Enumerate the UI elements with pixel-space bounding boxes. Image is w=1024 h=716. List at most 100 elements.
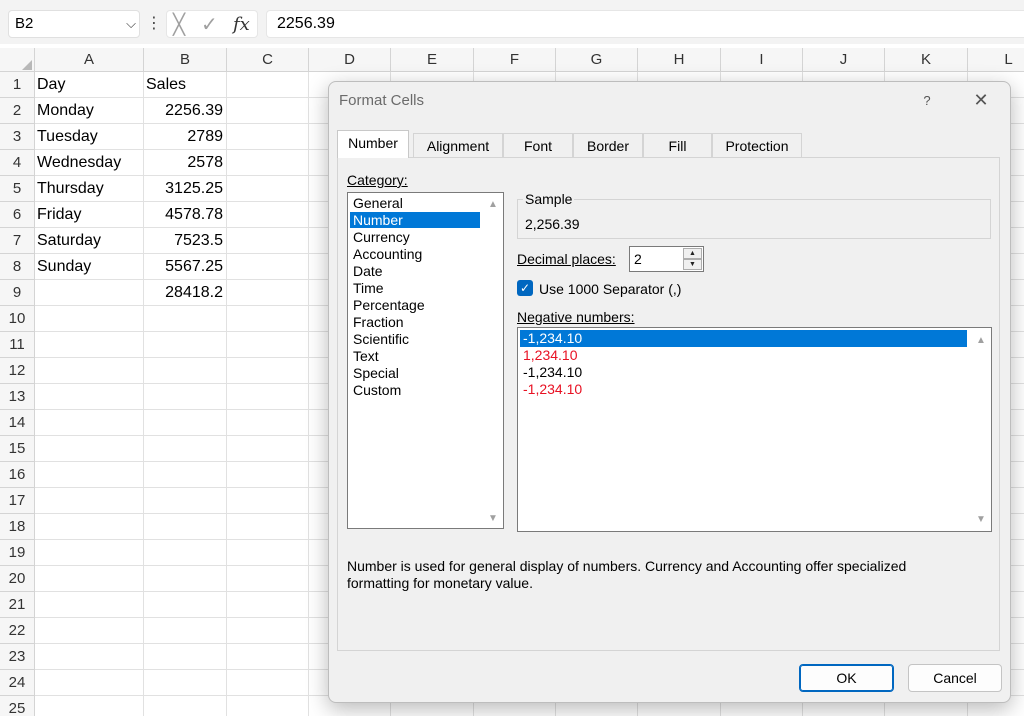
ok-button[interactable]: OK (799, 664, 894, 692)
row-header-15[interactable]: 15 (0, 436, 35, 462)
category-item[interactable]: Accounting (350, 246, 480, 262)
negative-format-item[interactable]: 1,234.10 (520, 347, 967, 364)
cell-a6[interactable]: Friday (35, 202, 144, 228)
scroll-down-icon[interactable]: ▼ (973, 514, 989, 525)
cell-a1[interactable]: Day (35, 72, 144, 98)
row-header-8[interactable]: 8 (0, 254, 35, 280)
row-header-24[interactable]: 24 (0, 670, 35, 696)
row-header-14[interactable]: 14 (0, 410, 35, 436)
cell-b9[interactable]: 28418.2 (144, 280, 227, 306)
sample-label: Sample (523, 191, 575, 207)
row-header-21[interactable]: 21 (0, 592, 35, 618)
tab-number[interactable]: Number (337, 130, 409, 158)
category-item[interactable]: Time (350, 280, 480, 296)
cell-a4[interactable]: Wednesday (35, 150, 144, 176)
cell-a8[interactable]: Sunday (35, 254, 144, 280)
more-options-icon[interactable]: ⋮ (146, 10, 162, 38)
row-header-7[interactable]: 7 (0, 228, 35, 254)
row-header-1[interactable]: 1 (0, 72, 35, 98)
cell-b4[interactable]: 2578 (144, 150, 227, 176)
tab-fill[interactable]: Fill (643, 133, 712, 157)
cancel-entry-icon[interactable]: ╳ (173, 11, 185, 39)
tab-protection[interactable]: Protection (712, 133, 802, 157)
negative-format-item-selected[interactable]: -1,234.10 (520, 330, 967, 347)
column-header-h[interactable]: H (638, 48, 721, 72)
column-header-i[interactable]: I (721, 48, 803, 72)
cell-b5[interactable]: 3125.25 (144, 176, 227, 202)
scroll-up-icon[interactable]: ▲ (485, 199, 501, 210)
row-header-20[interactable]: 20 (0, 566, 35, 592)
cell-b3[interactable]: 2789 (144, 124, 227, 150)
column-header-l[interactable]: L (968, 48, 1024, 72)
tab-font[interactable]: Font (503, 133, 573, 157)
category-item[interactable]: Percentage (350, 297, 480, 313)
cell-b8[interactable]: 5567.25 (144, 254, 227, 280)
negative-format-item[interactable]: -1,234.10 (520, 364, 967, 381)
column-header-j[interactable]: J (803, 48, 885, 72)
cancel-button[interactable]: Cancel (908, 664, 1002, 692)
row-header-10[interactable]: 10 (0, 306, 35, 332)
column-header-a[interactable]: A (35, 48, 144, 72)
chevron-down-icon[interactable]: ⌵ (126, 11, 136, 37)
spin-up-icon[interactable]: ▲ (683, 248, 702, 259)
negative-numbers-list[interactable]: -1,234.10 1,234.10 -1,234.10 -1,234.10 ▲… (517, 327, 992, 532)
row-header-17[interactable]: 17 (0, 488, 35, 514)
row-header-11[interactable]: 11 (0, 332, 35, 358)
insert-function-icon[interactable]: fx (233, 11, 250, 39)
row-header-5[interactable]: 5 (0, 176, 35, 202)
cell-a3[interactable]: Tuesday (35, 124, 144, 150)
decimal-places-spinner[interactable]: ▲ ▼ (683, 248, 702, 270)
category-list[interactable]: General Number Currency Accounting Date … (347, 192, 504, 529)
tab-border[interactable]: Border (573, 133, 643, 157)
formula-input[interactable]: 2256.39 (266, 10, 1024, 38)
row-header-9[interactable]: 9 (0, 280, 35, 306)
row-header-16[interactable]: 16 (0, 462, 35, 488)
category-item[interactable]: Custom (350, 382, 480, 398)
row-header-25[interactable]: 25 (0, 696, 35, 716)
cell-b7[interactable]: 7523.5 (144, 228, 227, 254)
row-header-12[interactable]: 12 (0, 358, 35, 384)
close-icon[interactable]: ✕ (970, 88, 992, 112)
row-header-18[interactable]: 18 (0, 514, 35, 540)
column-header-c[interactable]: C (227, 48, 309, 72)
cell-b6[interactable]: 4578.78 (144, 202, 227, 228)
category-item[interactable]: Currency (350, 229, 480, 245)
use-separator-checkbox[interactable]: ✓ (517, 280, 533, 296)
row-header-6[interactable]: 6 (0, 202, 35, 228)
column-header-k[interactable]: K (885, 48, 968, 72)
cell-b2[interactable]: 2256.39 (144, 98, 227, 124)
category-item[interactable]: General (350, 195, 480, 211)
column-header-d[interactable]: D (309, 48, 391, 72)
scroll-up-icon[interactable]: ▲ (973, 335, 989, 346)
cell-a7[interactable]: Saturday (35, 228, 144, 254)
row-header-2[interactable]: 2 (0, 98, 35, 124)
cell-b1[interactable]: Sales (144, 72, 227, 98)
use-separator-label[interactable]: Use 1000 Separator (,) (539, 281, 681, 297)
category-item[interactable]: Fraction (350, 314, 480, 330)
column-header-b[interactable]: B (144, 48, 227, 72)
row-header-3[interactable]: 3 (0, 124, 35, 150)
column-header-f[interactable]: F (474, 48, 556, 72)
help-icon[interactable]: ? (916, 90, 938, 112)
cell-a5[interactable]: Thursday (35, 176, 144, 202)
category-item[interactable]: Scientific (350, 331, 480, 347)
enter-icon[interactable]: ✓ (201, 11, 218, 39)
spin-down-icon[interactable]: ▼ (683, 259, 702, 270)
category-item-selected[interactable]: Number (350, 212, 480, 228)
scroll-down-icon[interactable]: ▼ (485, 513, 501, 524)
tab-alignment[interactable]: Alignment (413, 133, 503, 157)
cell-a2[interactable]: Monday (35, 98, 144, 124)
row-header-22[interactable]: 22 (0, 618, 35, 644)
negative-format-item[interactable]: -1,234.10 (520, 381, 967, 398)
row-header-19[interactable]: 19 (0, 540, 35, 566)
column-header-g[interactable]: G (556, 48, 638, 72)
category-item[interactable]: Text (350, 348, 480, 364)
category-item[interactable]: Special (350, 365, 480, 381)
row-header-23[interactable]: 23 (0, 644, 35, 670)
column-header-e[interactable]: E (391, 48, 474, 72)
name-box[interactable]: B2 ⌵ (8, 10, 140, 38)
category-item[interactable]: Date (350, 263, 480, 279)
row-header-4[interactable]: 4 (0, 150, 35, 176)
select-all-corner[interactable] (0, 48, 35, 72)
row-header-13[interactable]: 13 (0, 384, 35, 410)
